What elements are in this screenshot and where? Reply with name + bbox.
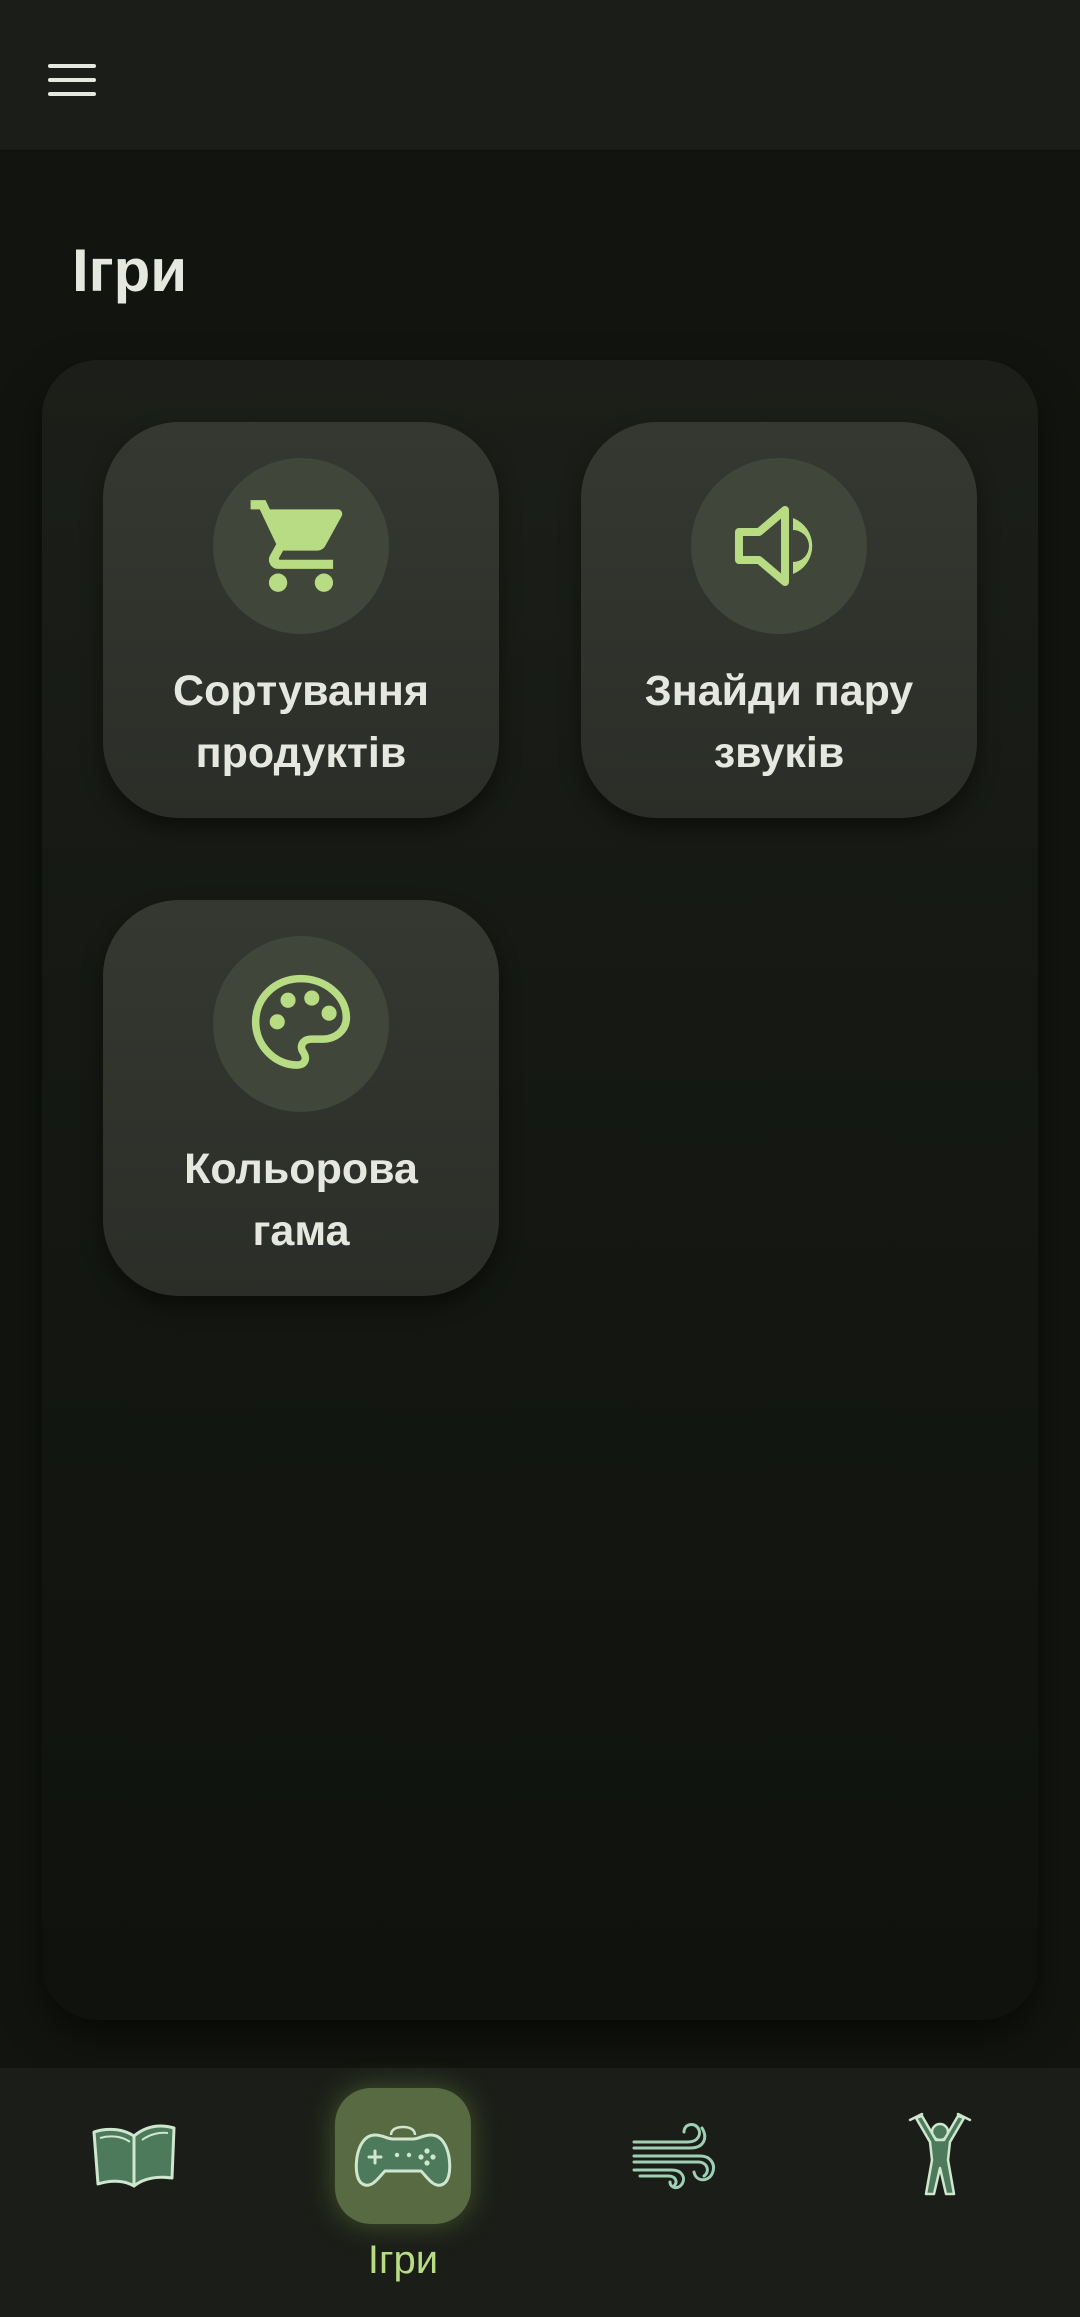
game-label: Сортування продуктів	[173, 667, 429, 777]
games-panel: Сортування продуктів Знайди пару звуків …	[42, 360, 1038, 2020]
game-icon-circle	[691, 458, 867, 634]
hamburger-menu-icon	[48, 64, 96, 96]
gamepad-icon	[354, 2125, 452, 2187]
shopping-cart-icon	[250, 500, 343, 592]
wind-icon	[632, 2123, 715, 2190]
nav-item-reading[interactable]	[34, 2068, 234, 2317]
game-card-sound-pairs[interactable]: Знайди пару звуків	[581, 422, 977, 818]
game-icon-circle	[213, 458, 389, 634]
nav-item-breathing[interactable]	[574, 2068, 774, 2317]
menu-button[interactable]	[36, 44, 108, 116]
book-icon	[92, 2124, 176, 2188]
nav-item-games[interactable]: Ігри	[303, 2068, 503, 2317]
nav-icon-wrap	[872, 2088, 1008, 2224]
game-icon-circle	[213, 936, 389, 1112]
nav-label-games: Ігри	[367, 2238, 439, 2282]
nav-icon-wrap	[66, 2088, 202, 2224]
speaker-volume-icon	[735, 506, 813, 586]
game-label: Кольорова гама	[184, 1145, 418, 1255]
page-title: Ігри	[72, 237, 188, 304]
palette-icon	[251, 974, 351, 1069]
nav-item-exercise[interactable]	[840, 2068, 1040, 2317]
nav-icon-wrap	[335, 2088, 471, 2224]
game-card-sorting[interactable]: Сортування продуктів	[103, 422, 499, 818]
game-card-color-palette[interactable]: Кольорова гама	[103, 900, 499, 1296]
game-label: Знайди пару звуків	[644, 667, 914, 777]
exercise-person-icon	[908, 2112, 972, 2196]
bottom-navigation: Ігри	[0, 2068, 1080, 2317]
top-app-bar	[0, 0, 1080, 150]
nav-icon-wrap	[606, 2088, 742, 2224]
